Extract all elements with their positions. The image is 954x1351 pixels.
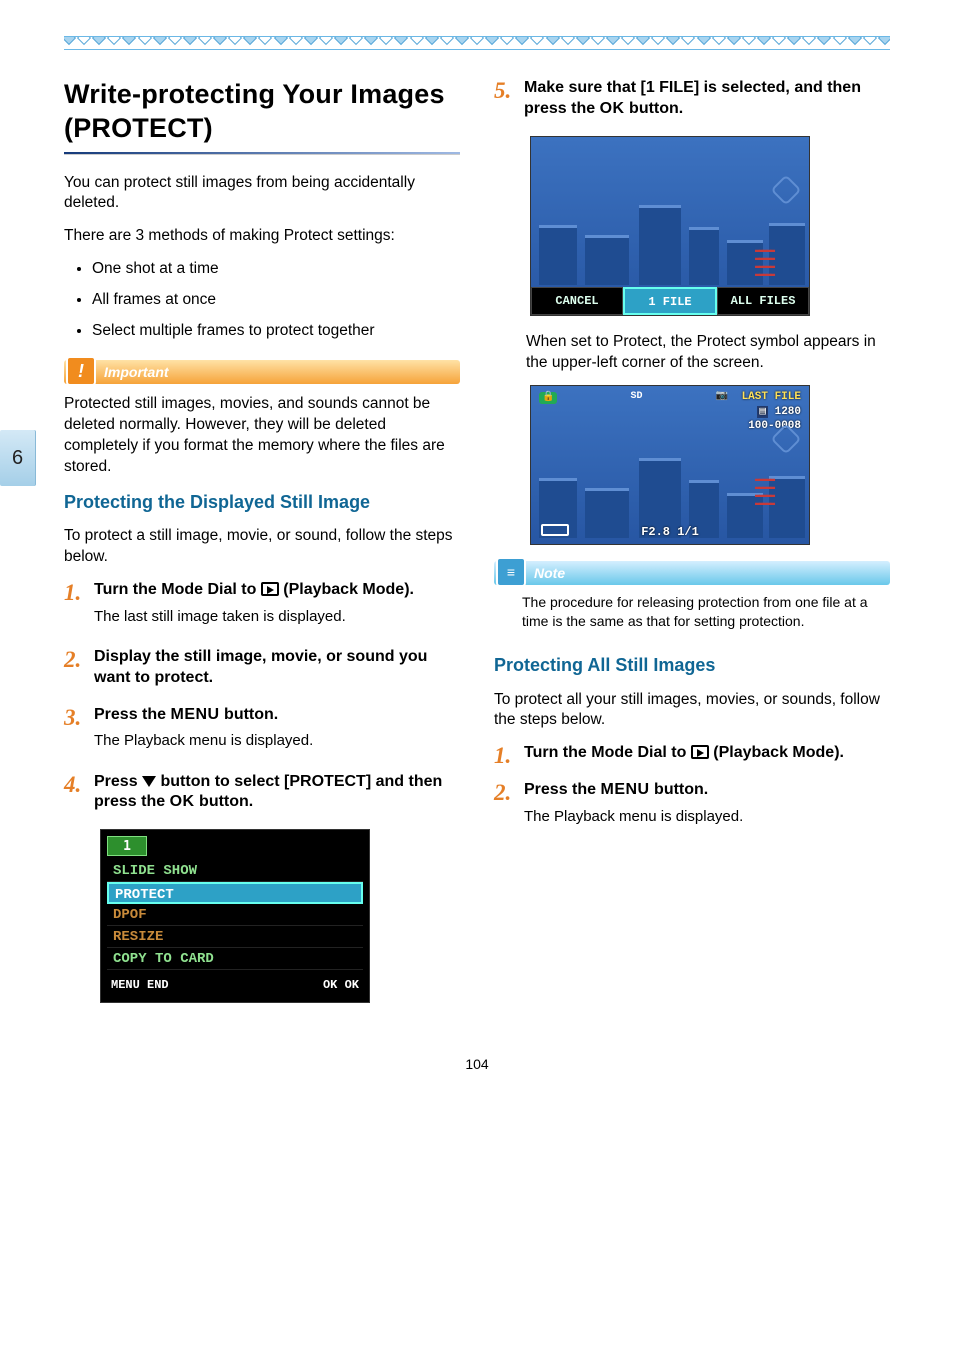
left-column: Write-protecting Your Images (PROTECT) Y…	[64, 78, 460, 1019]
methods-list: One shot at a time All frames at once Se…	[64, 259, 460, 342]
intro-p1: You can protect still images from being …	[64, 173, 460, 215]
ok-glyph: OK	[600, 100, 625, 117]
step-title: Turn the Mode Dial to (Playback Mode).	[524, 743, 890, 764]
step-3: 3. Press the MENU button. The Playback m…	[64, 705, 460, 762]
important-banner: ! Important	[64, 360, 460, 384]
exposure-label: F2.8 1/1	[531, 526, 809, 538]
step-desc: The last still image taken is displayed.	[94, 607, 460, 627]
camera-icon: 📷	[716, 392, 728, 404]
step-5: 5. Make sure that [1 FILE] is selected, …	[494, 78, 890, 126]
subhead-protect-all: Protecting All Still Images	[494, 653, 890, 677]
method-item: One shot at a time	[92, 259, 460, 280]
protect-option-cancel: CANCEL	[531, 287, 623, 315]
menu-row: COPY TO CARD	[107, 948, 363, 970]
step-desc: The Playback menu is displayed.	[524, 807, 890, 827]
page-number: 104	[64, 1055, 890, 1074]
step-title: Press the MENU button.	[524, 780, 890, 801]
step-all-1: 1. Turn the Mode Dial to (Playback Mode)…	[494, 743, 890, 770]
note-banner: ≡ Note	[494, 561, 890, 585]
playback-menu-screenshot: 1 SLIDE SHOW PROTECT DPOF RESIZE COPY TO…	[100, 829, 370, 1003]
protect-symbol-screenshot: 🔒 SD 📷 LAST FILE ▤ 1280 100-0008 ▬▬▬▬▬▬▬…	[530, 385, 810, 545]
note-text: The procedure for releasing protection f…	[522, 593, 890, 631]
step5-desc: When set to Protect, the Protect symbol …	[526, 332, 890, 374]
menu-row: DPOF	[107, 904, 363, 926]
step-number: 1.	[494, 743, 524, 770]
playback-icon	[261, 582, 279, 596]
menu-row: SLIDE SHOW	[107, 860, 363, 882]
page-title: Write-protecting Your Images (PROTECT)	[64, 78, 460, 146]
step-number: 3.	[64, 705, 94, 762]
step-number: 2.	[64, 647, 94, 695]
right-column: 5. Make sure that [1 FILE] is selected, …	[494, 78, 890, 1019]
step-desc: The Playback menu is displayed.	[94, 731, 460, 751]
step-number: 4.	[64, 772, 94, 820]
subhead2-intro: To protect all your still images, movies…	[494, 690, 890, 732]
menu-row: RESIZE	[107, 926, 363, 948]
menu-tab: 1	[107, 836, 147, 856]
subhead1-intro: To protect a still image, movie, or soun…	[64, 526, 460, 568]
title-rule	[64, 152, 460, 155]
step-number: 1.	[64, 580, 94, 637]
step-4: 4. Press button to select [PROTECT] and …	[64, 772, 460, 820]
note-label: Note	[534, 564, 565, 583]
important-label: Important	[104, 363, 169, 382]
menu-bottom-right: OK OK	[323, 976, 359, 994]
ok-glyph: OK	[170, 793, 195, 810]
menu-glyph: MENU	[170, 706, 219, 723]
step-title: Make sure that [1 FILE] is selected, and…	[524, 78, 890, 120]
wave-graphic: ▬▬▬▬▬▬▬▬▬▬▬▬▬▬▬▬▬▬▬▬	[755, 247, 803, 279]
decorative-border	[64, 36, 890, 50]
protect-option-allfiles: ALL FILES	[717, 287, 809, 315]
step-all-2: 2. Press the MENU button. The Playback m…	[494, 780, 890, 837]
menu-row-selected: PROTECT	[107, 882, 363, 904]
section-tab: 6	[0, 430, 36, 486]
sd-icon: SD	[630, 392, 642, 404]
protect-symbol-icon: 🔒	[539, 392, 557, 404]
intro-p2: There are 3 methods of making Protect se…	[64, 226, 460, 247]
down-triangle-icon	[142, 776, 156, 787]
step-2: 2. Display the still image, movie, or so…	[64, 647, 460, 695]
menu-bottom-left: MENU END	[111, 976, 169, 994]
method-item: All frames at once	[92, 290, 460, 311]
diamond-row	[64, 37, 890, 43]
step-number: 2.	[494, 780, 524, 837]
step-number: 5.	[494, 78, 524, 126]
resolution-label: ▤ 1280	[742, 405, 801, 419]
step-title: Press the MENU button.	[94, 705, 460, 726]
playback-icon	[691, 745, 709, 759]
step-1: 1. Turn the Mode Dial to (Playback Mode)…	[64, 580, 460, 637]
step-title: Turn the Mode Dial to (Playback Mode).	[94, 580, 460, 601]
important-icon: !	[66, 356, 96, 386]
step-title: Display the still image, movie, or sound…	[94, 647, 460, 689]
menu-glyph: MENU	[600, 781, 649, 798]
important-text: Protected still images, movies, and soun…	[64, 394, 460, 478]
step-title: Press button to select [PROTECT] and the…	[94, 772, 460, 814]
subhead-protect-displayed: Protecting the Displayed Still Image	[64, 490, 460, 514]
wave-graphic: ▬▬▬▬▬▬▬▬▬▬▬▬▬▬▬▬▬▬▬▬	[755, 476, 803, 508]
last-file-label: LAST FILE	[742, 390, 801, 404]
method-item: Select multiple frames to protect togeth…	[92, 321, 460, 342]
protect-options-screenshot: ▬▬▬▬▬▬▬▬▬▬▬▬▬▬▬▬▬▬▬▬ CANCEL 1 FILE ALL F…	[530, 136, 810, 316]
protect-option-1file: 1 FILE	[623, 287, 717, 315]
note-icon: ≡	[496, 557, 526, 587]
